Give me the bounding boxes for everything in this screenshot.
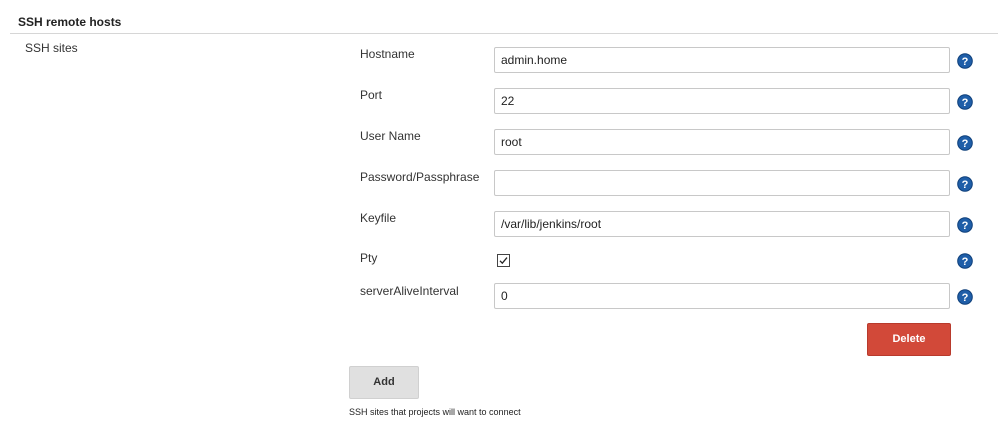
help-icon[interactable]: ? — [957, 253, 973, 269]
help-icon[interactable]: ? — [957, 176, 973, 192]
pty-checkbox[interactable] — [497, 254, 510, 267]
help-icon[interactable]: ? — [957, 53, 973, 69]
help-icon[interactable]: ? — [957, 94, 973, 110]
help-icon[interactable]: ? — [957, 135, 973, 151]
svg-text:?: ? — [962, 179, 969, 191]
svg-text:?: ? — [962, 138, 969, 150]
svg-text:?: ? — [962, 97, 969, 109]
checkmark-icon — [499, 257, 508, 265]
help-icon[interactable]: ? — [957, 289, 973, 305]
add-button[interactable]: Add — [349, 366, 419, 399]
svg-text:?: ? — [962, 292, 969, 304]
help-icon[interactable]: ? — [957, 217, 973, 233]
section-title: SSH remote hosts — [18, 15, 122, 29]
hostname-label: Hostname — [360, 47, 415, 61]
server-alive-interval-input[interactable] — [494, 283, 950, 309]
server-alive-interval-label: serverAliveInterval — [360, 284, 459, 298]
username-label: User Name — [360, 129, 421, 143]
section-header: SSH remote hosts — [10, 9, 998, 34]
port-label: Port — [360, 88, 383, 102]
svg-text:?: ? — [962, 220, 969, 232]
ssh-sites-description: SSH sites that projects will want to con… — [349, 407, 521, 417]
svg-text:?: ? — [962, 56, 969, 68]
keyfile-input[interactable] — [494, 211, 950, 237]
hostname-input[interactable] — [494, 47, 950, 73]
password-input[interactable] — [494, 170, 950, 196]
username-input[interactable] — [494, 129, 950, 155]
ssh-sites-label: SSH sites — [25, 41, 78, 55]
keyfile-label: Keyfile — [360, 211, 397, 225]
password-label: Password/Passphrase — [360, 170, 480, 184]
svg-text:?: ? — [962, 256, 969, 268]
delete-button[interactable]: Delete — [867, 323, 951, 356]
pty-label: Pty — [360, 251, 378, 265]
port-input[interactable] — [494, 88, 950, 114]
